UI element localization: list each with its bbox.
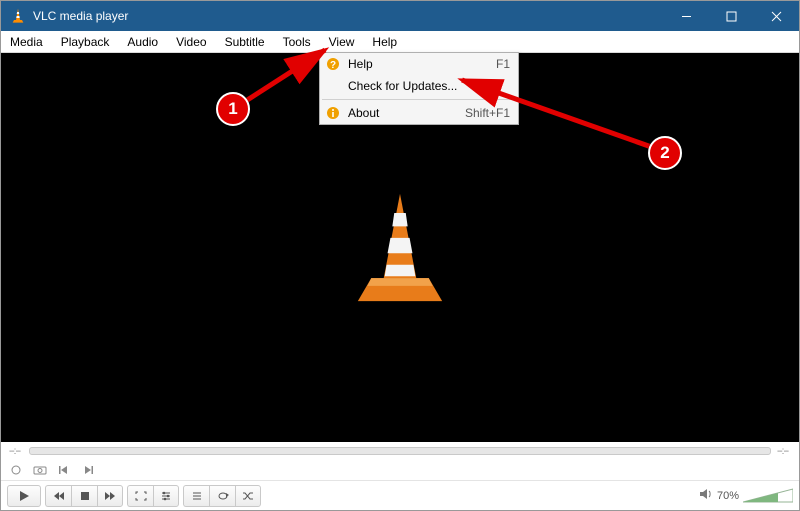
time-total-placeholder: --:--	[777, 446, 791, 457]
loop-button[interactable]	[209, 485, 235, 507]
minimize-button[interactable]	[664, 1, 709, 31]
record-icon[interactable]	[7, 462, 25, 478]
menubar: Media Playback Audio Video Subtitle Tool…	[1, 31, 799, 53]
vlc-cone-icon	[9, 7, 27, 25]
titlebar: VLC media player	[1, 1, 799, 31]
help-menu-help-label: Help	[348, 57, 496, 71]
prev-button[interactable]	[45, 485, 71, 507]
stop-button[interactable]	[71, 485, 97, 507]
annotation-badge-1: 1	[216, 92, 250, 126]
fullscreen-button[interactable]	[127, 485, 153, 507]
help-menu-about-label: About	[348, 106, 465, 120]
play-button[interactable]	[7, 485, 41, 507]
volume-slider[interactable]	[743, 487, 793, 505]
shuffle-button[interactable]	[235, 485, 261, 507]
menu-playback[interactable]: Playback	[52, 33, 119, 51]
secondary-toolbar	[1, 460, 799, 480]
ext-settings-button[interactable]	[153, 485, 179, 507]
time-elapsed-placeholder: --:--	[9, 446, 23, 457]
menu-media[interactable]: Media	[1, 33, 52, 51]
menu-help[interactable]: Help	[363, 33, 406, 51]
snapshot-icon[interactable]	[31, 462, 49, 478]
next-button[interactable]	[97, 485, 123, 507]
vlc-logo-icon	[352, 190, 448, 305]
seek-slider[interactable]	[29, 447, 771, 455]
volume-control: 70%	[699, 487, 793, 505]
window-title: VLC media player	[33, 9, 128, 23]
help-menu-help-accel: F1	[496, 57, 510, 71]
speaker-icon[interactable]	[699, 488, 713, 503]
frame-back-icon[interactable]	[55, 462, 73, 478]
frame-fwd-icon[interactable]	[79, 462, 97, 478]
close-button[interactable]	[754, 1, 799, 31]
annotation-arrow-2	[450, 72, 670, 162]
controls-toolbar: 70%	[1, 480, 799, 510]
annotation-badge-2: 2	[648, 136, 682, 170]
volume-percent-label: 70%	[717, 490, 739, 502]
playlist-button[interactable]	[183, 485, 209, 507]
maximize-button[interactable]	[709, 1, 754, 31]
menu-audio[interactable]: Audio	[118, 33, 167, 51]
menu-video[interactable]: Video	[167, 33, 215, 51]
seek-bar-row: --:-- --:--	[1, 442, 799, 460]
